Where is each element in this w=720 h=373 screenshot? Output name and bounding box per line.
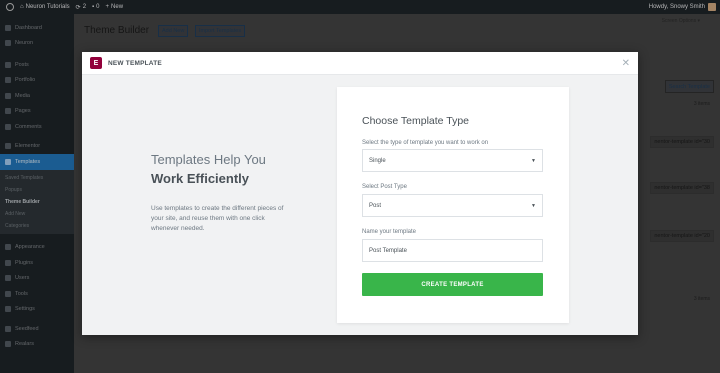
intro-panel: Templates Help You Work Efficiently Use … [151, 152, 301, 234]
chevron-down-icon: ▼ [531, 157, 536, 164]
intro-heading-line1: Templates Help You [151, 152, 266, 167]
template-form: Choose Template Type Select the type of … [337, 87, 569, 323]
intro-heading-line2: Work Efficiently [151, 171, 250, 186]
post-type-select[interactable]: Post ▼ [362, 194, 543, 217]
template-type-value: Single [369, 157, 386, 164]
template-type-select[interactable]: Single ▼ [362, 149, 543, 172]
chevron-down-icon: ▼ [531, 202, 536, 209]
post-type-label: Select Post Type [362, 184, 407, 190]
template-type-label: Select the type of template you want to … [362, 140, 489, 146]
template-name-label: Name your template [362, 229, 417, 235]
post-type-value: Post [369, 202, 382, 209]
modal-header: E NEW TEMPLATE ✕ [82, 52, 638, 75]
modal-title: NEW TEMPLATE [108, 59, 162, 67]
close-icon[interactable]: ✕ [622, 58, 630, 69]
form-title: Choose Template Type [362, 115, 470, 127]
create-template-button[interactable]: CREATE TEMPLATE [362, 273, 543, 296]
new-template-modal: E NEW TEMPLATE ✕ Templates Help You Work… [82, 52, 638, 335]
elementor-logo-icon: E [90, 57, 102, 69]
intro-description: Use templates to create the different pi… [151, 205, 284, 232]
template-name-input[interactable]: Post Template [362, 239, 543, 262]
